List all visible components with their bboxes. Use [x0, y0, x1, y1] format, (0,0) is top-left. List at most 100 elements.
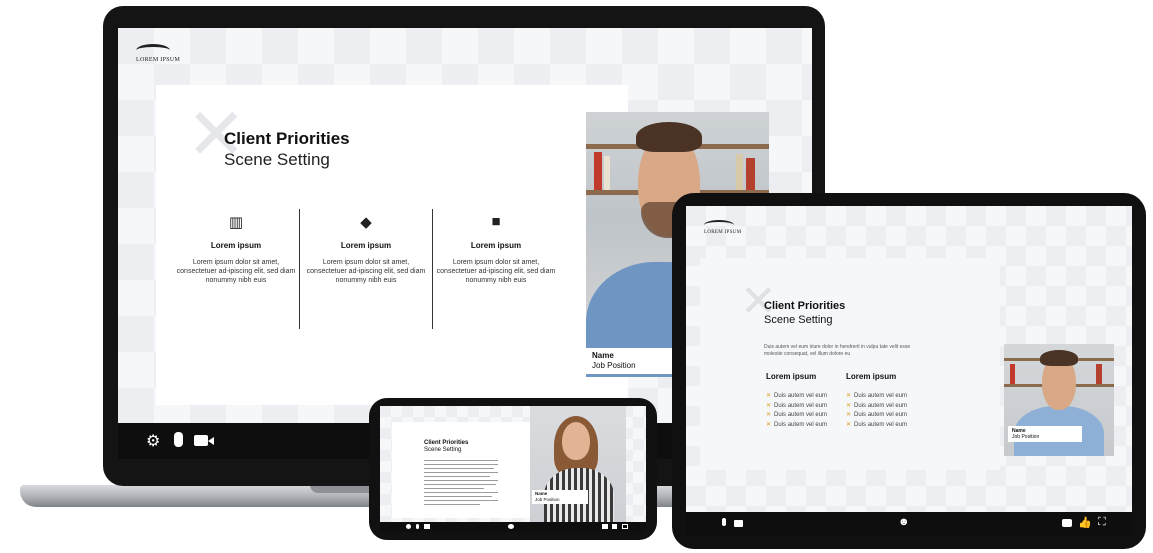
list-item-text: Duis autem vel eum [774, 412, 828, 418]
meeting-toolbar: ☻ 👍 ⛶ [686, 512, 1132, 536]
list-item: ✕ Duis autem vel eum [846, 421, 907, 431]
list-item-text: Duis autem vel eum [854, 421, 908, 428]
people-icon[interactable]: ☻ [898, 516, 910, 528]
x-bullet-icon: ✕ [846, 393, 852, 399]
book [1010, 364, 1015, 384]
text-line [424, 464, 498, 465]
participant-video[interactable]: Name Job Position [1004, 344, 1114, 456]
column-body: Lorem ipsum dolor sit amet, consectetuer… [436, 259, 556, 284]
list-item: ✕ Duis autem vel eum [766, 421, 827, 431]
gear-icon[interactable] [406, 524, 411, 529]
slide-card: ✕ Client Priorities Scene Setting Duis a… [700, 258, 1000, 470]
text-line [424, 472, 498, 473]
list-item: ✕ Duis autem vel eum [846, 411, 907, 421]
brand-logo: LOREM IPSUM [136, 44, 180, 63]
column-body: Lorem ipsum dolor sit amet, consectetuer… [306, 259, 426, 284]
feature-column: ◆ Lorem ipsum Lorem ipsum dolor sit amet… [306, 213, 426, 285]
intro-text: Duis autem vel eum iriure dolor in hendr… [764, 344, 911, 357]
slide-card: Client Priorities Scene Setting [392, 422, 534, 518]
book [1096, 364, 1102, 384]
text-line [424, 484, 496, 485]
list-item-text: Duis autem vel eum [854, 393, 908, 399]
list-item: ✕ Duis autem vel eum [846, 402, 907, 412]
x-bullet-icon: ✕ [846, 421, 852, 428]
slide-subtitle: Scene Setting [764, 314, 833, 326]
list-item-text: Duis autem vel eum [774, 402, 828, 409]
book [746, 158, 755, 190]
x-bullet-icon: ✕ [766, 402, 772, 409]
name-card: Name Job Position [1008, 426, 1082, 442]
slide-card: ✕ Client Priorities Scene Setting ▥ Lore… [156, 85, 628, 405]
fullscreen-icon[interactable]: ⛶ [1098, 516, 1106, 529]
bullet-list: ✕ Duis autem vel eum ✕ Duis autem vel eum … [766, 392, 827, 430]
x-bullet-icon: ✕ [766, 421, 772, 428]
video-camera-icon[interactable] [734, 520, 743, 527]
bullet-list: ✕ Duis autem vel eum ✕ Duis autem vel eum … [846, 392, 907, 430]
column-divider [432, 209, 433, 329]
text-line [424, 480, 498, 481]
video-camera-lens [208, 437, 214, 445]
microphone-icon[interactable] [722, 518, 726, 526]
chat-icon[interactable] [602, 524, 608, 529]
chat-icon[interactable] [1062, 519, 1072, 527]
slide-title: Client Priorities [224, 129, 350, 148]
list-item: ✕ Duis autem vel eum [766, 402, 827, 412]
person-hair [636, 122, 702, 152]
column-heading: Lorem ipsum [470, 241, 522, 250]
phone-screen: Client Priorities Scene Setting Name Job… [380, 406, 646, 532]
slide-subtitle: Scene Setting [424, 447, 462, 453]
x-bullet-icon: ✕ [766, 393, 772, 399]
logo-swoosh-icon [704, 220, 734, 230]
book [736, 154, 743, 190]
microphone-icon[interactable] [174, 432, 183, 447]
thumbs-up-icon[interactable] [612, 524, 617, 529]
list-item: ✕ Duis autem vel eum [766, 392, 827, 402]
text-line [424, 500, 498, 501]
list-item-text: Duis autem vel eum [854, 402, 908, 409]
name-card: Name Job Position [532, 490, 588, 504]
participant-position: Job Position [592, 361, 636, 370]
x-bullet-icon: ✕ [846, 412, 852, 418]
participant-position: Job Position [1012, 434, 1040, 440]
diamond-arrow-icon: ◆ [360, 214, 372, 231]
video-camera-icon[interactable] [194, 435, 208, 446]
feature-column: ▥ Lorem ipsum Lorem ipsum dolor sit amet… [176, 213, 296, 285]
participant-video[interactable]: Name Job Position [530, 406, 626, 522]
logo-text: LOREM IPSUM [704, 230, 742, 235]
building-icon: ▥ [228, 214, 244, 231]
text-line [424, 476, 490, 477]
list-item: ✕ Duis autem vel eum [766, 411, 827, 421]
person-hair [1040, 350, 1078, 366]
book [604, 156, 610, 190]
text-line [424, 468, 494, 469]
slide-title: Client Priorities [424, 440, 469, 446]
thumbs-up-icon[interactable]: 👍 [1078, 516, 1092, 529]
x-bullet-icon: ✕ [766, 412, 772, 418]
video-camera-icon[interactable] [424, 524, 430, 529]
person-face [562, 422, 590, 460]
column-heading: Lorem ipsum [210, 241, 262, 250]
meeting-toolbar [380, 522, 646, 532]
slide-subtitle: Scene Setting [224, 150, 330, 169]
text-line [424, 504, 480, 505]
book [594, 152, 602, 190]
brand-logo: LOREM IPSUM [704, 220, 741, 235]
text-line [424, 460, 498, 461]
column-divider [299, 209, 300, 329]
logo-swoosh-icon [136, 44, 170, 57]
column-body: Lorem ipsum dolor sit amet, consectetuer… [176, 259, 296, 284]
text-line [424, 496, 492, 497]
text-line [424, 492, 498, 493]
name-card: Name Job Position [586, 348, 676, 374]
column-heading: Lorem ipsum [340, 241, 392, 250]
list-heading: Lorem ipsum [846, 372, 897, 381]
gear-icon[interactable]: ⚙ [146, 431, 160, 451]
fullscreen-icon[interactable] [622, 524, 628, 529]
list-heading: Lorem ipsum [766, 372, 817, 381]
list-item-text: Duis autem vel eum [774, 393, 828, 399]
list-item-text: Duis autem vel eum [774, 421, 828, 428]
people-icon[interactable] [508, 524, 514, 529]
camera-icon: ■ [491, 213, 501, 230]
microphone-icon[interactable] [416, 524, 419, 529]
participant-position: Job Position [535, 496, 560, 502]
